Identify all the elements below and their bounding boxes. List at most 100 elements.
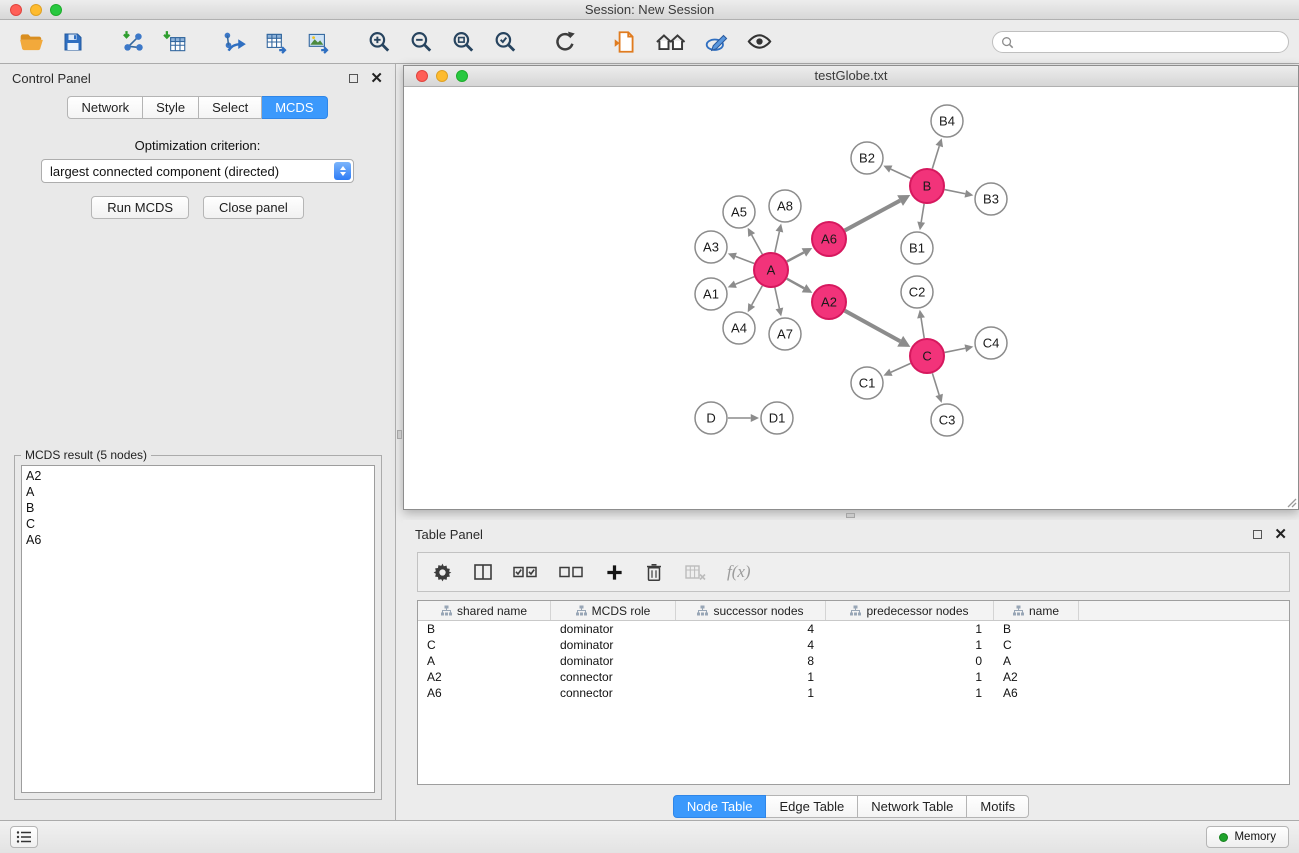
graph-node-D1[interactable]: D1 bbox=[761, 402, 793, 434]
refresh-layout-button[interactable] bbox=[548, 25, 582, 59]
graph-edge-A-A2[interactable] bbox=[787, 279, 804, 289]
graph-edge-A-A6[interactable] bbox=[787, 252, 804, 261]
graph-edge-C-C1[interactable] bbox=[891, 363, 911, 372]
graph-node-C[interactable]: C bbox=[910, 339, 944, 373]
show-graphics-details-button[interactable] bbox=[742, 25, 776, 59]
delete-column-button[interactable] bbox=[644, 562, 664, 582]
close-panel-icon[interactable]: ✕ bbox=[370, 74, 383, 83]
table-row[interactable]: Bdominator41B bbox=[418, 621, 1289, 637]
tab-select[interactable]: Select bbox=[199, 96, 262, 119]
graph-edge-B-B2[interactable] bbox=[891, 169, 911, 178]
table-close-panel-icon[interactable]: ✕ bbox=[1274, 530, 1287, 539]
cyndex-button[interactable] bbox=[608, 25, 642, 59]
vertical-splitter-handle[interactable] bbox=[397, 430, 402, 439]
mcds-result-item[interactable]: C bbox=[26, 516, 374, 532]
graph-edge-A-A5[interactable] bbox=[752, 235, 763, 254]
task-history-button[interactable] bbox=[10, 826, 38, 848]
graph-node-A4[interactable]: A4 bbox=[723, 312, 755, 344]
table-tab-node-table[interactable]: Node Table bbox=[673, 795, 767, 818]
table-float-panel-icon[interactable] bbox=[1253, 530, 1262, 539]
graph-node-A5[interactable]: A5 bbox=[723, 196, 755, 228]
graph-edge-C-C4[interactable] bbox=[945, 348, 966, 352]
zoom-out-button[interactable] bbox=[404, 25, 438, 59]
table-tab-motifs[interactable]: Motifs bbox=[967, 795, 1029, 818]
graph-edge-C-C2[interactable] bbox=[921, 318, 924, 338]
graph-edge-A2-C[interactable] bbox=[845, 311, 900, 342]
annotation-mode-button[interactable] bbox=[700, 25, 734, 59]
table-row[interactable]: A2connector11A2 bbox=[418, 669, 1289, 685]
graph-node-C4[interactable]: C4 bbox=[975, 327, 1007, 359]
graph-edge-A-A4[interactable] bbox=[752, 286, 763, 305]
mcds-result-item[interactable]: A6 bbox=[26, 532, 374, 548]
memory-button[interactable]: Memory bbox=[1206, 826, 1289, 848]
graph-node-B[interactable]: B bbox=[910, 169, 944, 203]
export-network-button[interactable] bbox=[218, 25, 252, 59]
graph-edge-A-A3[interactable] bbox=[736, 256, 755, 263]
column-header[interactable]: MCDS role bbox=[551, 601, 676, 620]
network-close-button[interactable] bbox=[416, 70, 428, 82]
zoom-selected-button[interactable] bbox=[488, 25, 522, 59]
zoom-window-button[interactable] bbox=[50, 4, 62, 16]
show-columns-button[interactable] bbox=[473, 562, 493, 582]
mcds-result-item[interactable]: A bbox=[26, 484, 374, 500]
column-header[interactable]: shared name bbox=[418, 601, 551, 620]
graph-edge-B-B3[interactable] bbox=[945, 190, 966, 194]
export-image-button[interactable] bbox=[302, 25, 336, 59]
export-table-button[interactable] bbox=[260, 25, 294, 59]
graph-node-D[interactable]: D bbox=[695, 402, 727, 434]
graph-edge-A6-B[interactable] bbox=[845, 201, 900, 231]
horizontal-splitter-handle[interactable] bbox=[846, 513, 855, 518]
import-network-button[interactable] bbox=[116, 25, 150, 59]
graph-node-B4[interactable]: B4 bbox=[931, 105, 963, 137]
graph-node-A8[interactable]: A8 bbox=[769, 190, 801, 222]
graph-node-A3[interactable]: A3 bbox=[695, 231, 727, 263]
import-table-button[interactable] bbox=[158, 25, 192, 59]
network-canvas[interactable]: B4B2BB3A5A8A6A3B1AC2A1A2A4A7C4CC1DD1C3 bbox=[404, 88, 1298, 509]
table-row[interactable]: Adominator80A bbox=[418, 653, 1289, 669]
graph-node-C3[interactable]: C3 bbox=[931, 404, 963, 436]
tab-network[interactable]: Network bbox=[67, 96, 143, 119]
table-row[interactable]: A6connector11A6 bbox=[418, 685, 1289, 701]
network-zoom-button[interactable] bbox=[456, 70, 468, 82]
run-mcds-button[interactable]: Run MCDS bbox=[91, 196, 189, 219]
delete-table-button[interactable] bbox=[684, 562, 707, 582]
graph-edge-A-A7[interactable] bbox=[775, 288, 780, 309]
function-builder-button[interactable]: f(x) bbox=[727, 562, 751, 582]
tab-style[interactable]: Style bbox=[143, 96, 199, 119]
close-window-button[interactable] bbox=[10, 4, 22, 16]
zoom-fit-button[interactable] bbox=[446, 25, 480, 59]
graph-node-B1[interactable]: B1 bbox=[901, 232, 933, 264]
column-header[interactable]: name bbox=[994, 601, 1079, 620]
open-session-button[interactable] bbox=[14, 25, 48, 59]
search-input[interactable] bbox=[1014, 33, 1288, 51]
network-minimize-button[interactable] bbox=[436, 70, 448, 82]
table-settings-button[interactable] bbox=[432, 562, 453, 583]
save-session-button[interactable] bbox=[56, 25, 90, 59]
zoom-in-button[interactable] bbox=[362, 25, 396, 59]
graph-edge-A-A8[interactable] bbox=[775, 232, 780, 253]
mcds-result-item[interactable]: A2 bbox=[26, 468, 374, 484]
graph-node-A2[interactable]: A2 bbox=[812, 285, 846, 319]
table-tab-network-table[interactable]: Network Table bbox=[858, 795, 967, 818]
graph-edge-A-A1[interactable] bbox=[735, 277, 754, 285]
table-tab-edge-table[interactable]: Edge Table bbox=[766, 795, 858, 818]
graph-edge-C-C3[interactable] bbox=[932, 373, 939, 395]
ndex-home-button[interactable] bbox=[650, 25, 692, 59]
graph-node-A6[interactable]: A6 bbox=[812, 222, 846, 256]
graph-edge-B-B4[interactable] bbox=[932, 146, 939, 169]
graph-node-A[interactable]: A bbox=[754, 253, 788, 287]
float-panel-icon[interactable] bbox=[349, 74, 358, 83]
graph-node-C1[interactable]: C1 bbox=[851, 367, 883, 399]
graph-edge-B-B1[interactable] bbox=[921, 204, 924, 222]
mcds-result-item[interactable]: B bbox=[26, 500, 374, 516]
table-row[interactable]: Cdominator41C bbox=[418, 637, 1289, 653]
minimize-window-button[interactable] bbox=[30, 4, 42, 16]
column-header[interactable]: successor nodes bbox=[676, 601, 826, 620]
close-panel-button[interactable]: Close panel bbox=[203, 196, 304, 219]
create-column-button[interactable] bbox=[605, 563, 624, 582]
graph-node-B3[interactable]: B3 bbox=[975, 183, 1007, 215]
optimization-criterion-select[interactable]: largest connected component (directed) bbox=[41, 159, 354, 183]
deselect-all-button[interactable] bbox=[559, 562, 585, 582]
select-all-button[interactable] bbox=[513, 562, 539, 582]
graph-node-C2[interactable]: C2 bbox=[901, 276, 933, 308]
